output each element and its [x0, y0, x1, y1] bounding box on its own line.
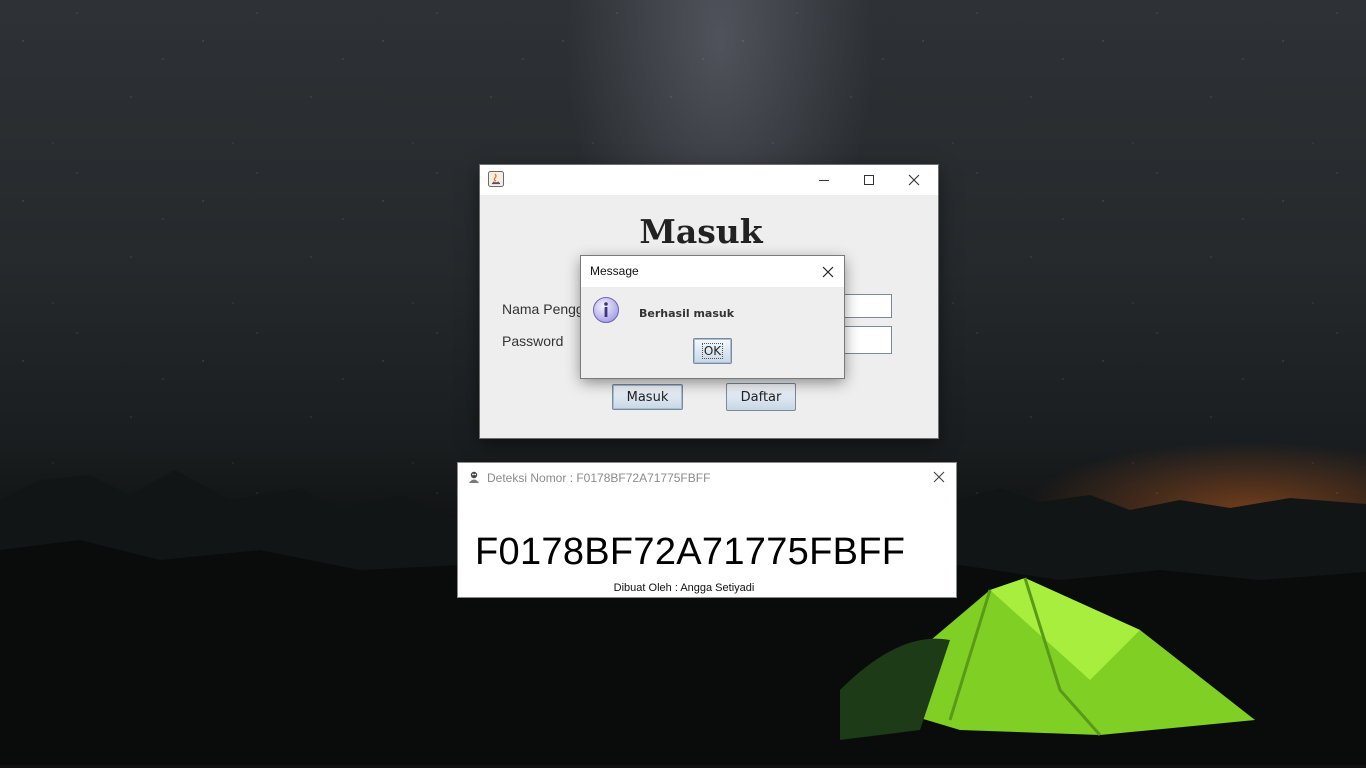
- close-icon: [822, 266, 834, 277]
- app-icon: [469, 471, 479, 483]
- username-label: Nama Pengg: [502, 301, 584, 317]
- close-button[interactable]: [891, 165, 936, 195]
- login-button[interactable]: Masuk: [612, 384, 683, 410]
- minimize-icon: [818, 180, 829, 181]
- ok-button-label: OK: [701, 343, 724, 359]
- register-button[interactable]: Daftar: [726, 383, 796, 411]
- dialog-title: Message: [590, 264, 639, 278]
- dialog-titlebar[interactable]: Message: [581, 256, 844, 287]
- credit-text: Dibuat Oleh : Angga Setiyadi: [613, 582, 755, 594]
- maximize-button[interactable]: [846, 165, 891, 195]
- maximize-icon: [863, 175, 874, 185]
- detect-window: Deteksi Nomor : F0178BF72A71775FBFF F017…: [458, 463, 956, 597]
- dialog-close-button[interactable]: [814, 256, 842, 287]
- login-heading: Masuk: [639, 212, 763, 251]
- info-icon: [593, 297, 619, 323]
- detect-titlebar[interactable]: Deteksi Nomor : F0178BF72A71775FBFF: [458, 463, 956, 491]
- close-icon: [933, 471, 945, 483]
- close-icon: [908, 174, 919, 186]
- tent-image: [840, 577, 1255, 740]
- dialog-message: Berhasil masuk: [639, 307, 735, 320]
- password-label: Password: [502, 333, 564, 349]
- login-titlebar[interactable]: [480, 165, 938, 195]
- detect-close-button[interactable]: [924, 463, 954, 491]
- java-icon: [488, 171, 504, 187]
- detected-number: F0178BF72A71775FBFF: [475, 531, 906, 573]
- minimize-button[interactable]: [801, 165, 846, 195]
- message-dialog: Message Berhasil masuk OK: [581, 256, 844, 378]
- ok-button[interactable]: OK: [693, 338, 732, 364]
- detect-window-title: Deteksi Nomor : F0178BF72A71775FBFF: [487, 471, 711, 485]
